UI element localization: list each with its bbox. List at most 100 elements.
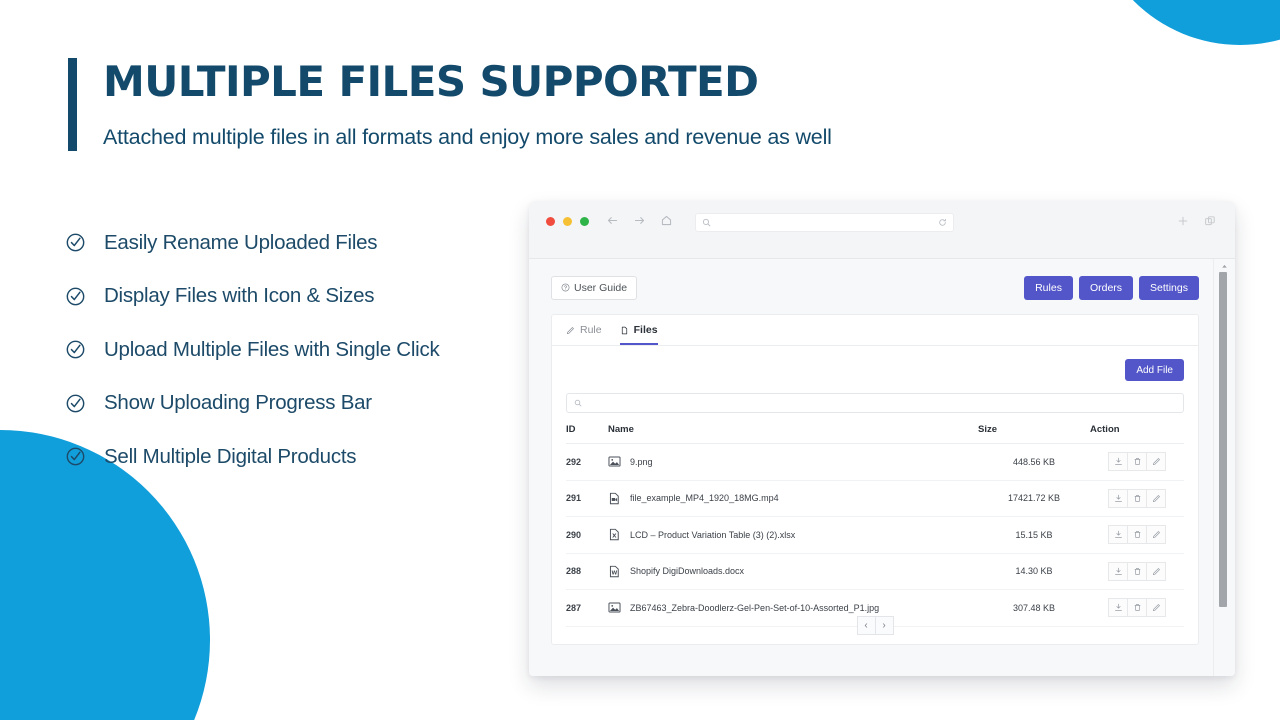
file-name-label: LCD – Product Variation Table (3) (2).xl… <box>630 529 796 540</box>
user-guide-label: User Guide <box>574 281 628 294</box>
files-search-input[interactable] <box>587 398 1176 408</box>
tab-files[interactable]: Files <box>619 324 658 345</box>
pencil-icon[interactable] <box>1146 525 1166 545</box>
plus-icon[interactable] <box>1177 215 1189 227</box>
card-tabs: Rule Files <box>552 315 1198 346</box>
hero-heading: MULTIPLE FILES SUPPORTED Attached multip… <box>68 58 832 151</box>
tab-files-label: Files <box>633 324 658 336</box>
feature-label: Upload Multiple Files with Single Click <box>104 337 440 361</box>
download-icon[interactable] <box>1108 488 1128 508</box>
pencil-icon[interactable] <box>1146 488 1166 508</box>
column-header-name: Name <box>608 424 978 444</box>
browser-nav-controls <box>606 214 673 227</box>
arrow-left-icon[interactable] <box>606 214 619 227</box>
orders-button[interactable]: Orders <box>1078 275 1134 300</box>
app-toolbar: User Guide Rules Orders Settings <box>551 275 1199 300</box>
rules-button[interactable]: Rules <box>1024 275 1073 300</box>
column-header-action: Action <box>1090 424 1184 444</box>
window-traffic-lights <box>546 217 589 226</box>
pagination-prev-button[interactable]: ‹ <box>856 616 876 635</box>
decorative-blob-top-right <box>1090 0 1280 45</box>
cell-name: W Shopify DigiDownloads.docx <box>608 553 978 590</box>
cell-id: 292 <box>566 443 608 481</box>
pencil-icon[interactable] <box>1146 598 1166 618</box>
settings-button[interactable]: Settings <box>1139 275 1199 300</box>
arrow-right-icon[interactable] <box>633 214 646 227</box>
pencil-icon[interactable] <box>1146 452 1166 472</box>
cell-id: 288 <box>566 553 608 590</box>
feature-item: Upload Multiple Files with Single Click <box>66 323 536 377</box>
cell-size: 14.30 KB <box>978 553 1090 590</box>
download-icon[interactable] <box>1108 598 1128 618</box>
cell-id: 291 <box>566 480 608 517</box>
minimize-window-dot[interactable] <box>563 217 572 226</box>
file-icon <box>621 326 627 334</box>
download-icon[interactable] <box>1108 452 1128 472</box>
files-table: ID Name Size Action 292 9.png 448.56 KB … <box>566 424 1184 627</box>
browser-chrome <box>529 201 1235 259</box>
table-header-row: ID Name Size Action <box>566 424 1184 444</box>
maximize-window-dot[interactable] <box>580 217 589 226</box>
cell-size: 448.56 KB <box>978 443 1090 481</box>
scroll-up-arrow-icon[interactable] <box>1220 262 1229 271</box>
trash-icon[interactable] <box>1127 488 1147 508</box>
home-icon[interactable] <box>660 214 673 227</box>
download-icon[interactable] <box>1108 525 1128 545</box>
app-page: User Guide Rules Orders Settings Rule Fi… <box>529 259 1213 676</box>
svg-text:X: X <box>612 534 617 540</box>
pagination: ‹ › <box>552 616 1198 635</box>
tab-rule[interactable]: Rule <box>566 324 602 345</box>
reload-icon[interactable] <box>938 218 947 227</box>
slide-canvas: MULTIPLE FILES SUPPORTED Attached multip… <box>0 0 1280 720</box>
pencil-icon[interactable] <box>1146 561 1166 581</box>
heading-accent-bar <box>68 58 77 151</box>
feature-item: Sell Multiple Digital Products <box>66 430 536 484</box>
close-window-dot[interactable] <box>546 217 555 226</box>
question-circle-icon <box>561 283 570 292</box>
copy-tabs-icon[interactable] <box>1204 215 1216 227</box>
search-icon <box>702 218 711 227</box>
table-row[interactable]: 290 X LCD – Product Variation Table (3) … <box>566 516 1184 554</box>
check-circle-icon <box>66 394 85 413</box>
row-actions <box>1108 525 1166 545</box>
files-search-box[interactable] <box>566 393 1184 413</box>
feature-list: Easily Rename Uploaded Files Display Fil… <box>66 216 536 484</box>
cell-action <box>1090 443 1184 481</box>
excel-file-icon: X <box>609 529 619 541</box>
column-header-size: Size <box>978 424 1090 444</box>
check-circle-icon <box>66 233 85 252</box>
feature-label: Sell Multiple Digital Products <box>104 444 357 468</box>
cell-size: 15.15 KB <box>978 516 1090 554</box>
file-name-label: 9.png <box>630 456 653 467</box>
page-scrollbar[interactable] <box>1213 259 1235 676</box>
file-name-label: ZB67463_Zebra-Doodlerz-Gel-Pen-Set-of-10… <box>630 602 880 613</box>
cell-name: file_example_MP4_1920_18MG.mp4 <box>608 480 978 517</box>
feature-label: Easily Rename Uploaded Files <box>104 230 378 254</box>
feature-label: Display Files with Icon & Sizes <box>104 284 375 308</box>
page-subtitle: Attached multiple files in all formats a… <box>103 125 832 150</box>
table-row[interactable]: 291 file_example_MP4_1920_18MG.mp4 17421… <box>566 480 1184 517</box>
svg-text:W: W <box>611 570 617 576</box>
image-file-icon <box>608 456 621 467</box>
trash-icon[interactable] <box>1127 452 1147 472</box>
cell-action <box>1090 516 1184 554</box>
add-file-button[interactable]: Add File <box>1125 359 1184 381</box>
word-file-icon: W <box>609 565 619 577</box>
trash-icon[interactable] <box>1127 525 1147 545</box>
check-circle-icon <box>66 340 85 359</box>
user-guide-button[interactable]: User Guide <box>551 275 638 300</box>
feature-label: Show Uploading Progress Bar <box>104 391 372 415</box>
download-icon[interactable] <box>1108 561 1128 581</box>
trash-icon[interactable] <box>1127 561 1147 581</box>
scrollbar-thumb[interactable] <box>1219 272 1227 607</box>
table-row[interactable]: 288 W Shopify DigiDownloads.docx 14.30 K… <box>566 553 1184 590</box>
table-row[interactable]: 292 9.png 448.56 KB <box>566 443 1184 481</box>
address-bar[interactable] <box>695 213 954 232</box>
check-circle-icon <box>66 287 85 306</box>
cell-name: X LCD – Product Variation Table (3) (2).… <box>608 516 978 554</box>
search-icon <box>574 399 582 407</box>
pagination-next-button[interactable]: › <box>874 616 894 635</box>
trash-icon[interactable] <box>1127 598 1147 618</box>
file-name-label: Shopify DigiDownloads.docx <box>630 566 745 577</box>
row-actions <box>1108 452 1166 472</box>
